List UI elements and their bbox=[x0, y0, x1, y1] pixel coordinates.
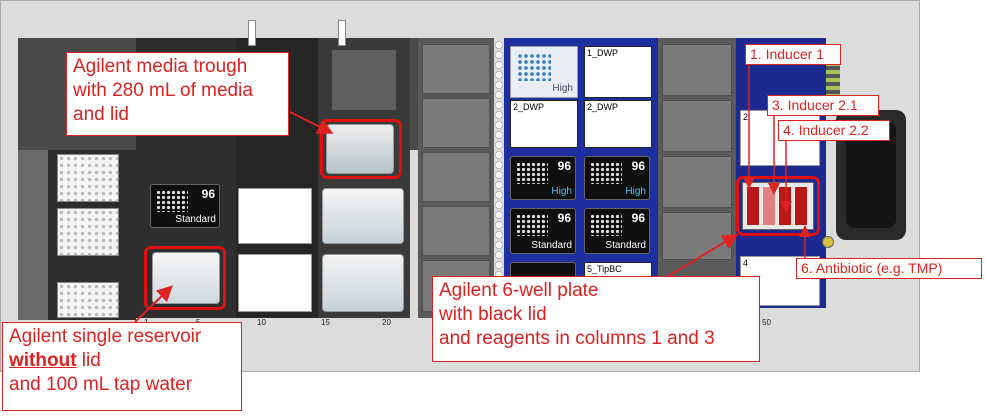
callout-single-reservoir: Agilent single reservoir without lid and… bbox=[2, 322, 242, 411]
callout-line: without lid bbox=[9, 349, 235, 373]
callout-inducer-1: 1. Inducer 1 bbox=[745, 44, 841, 65]
emphasis-without: without bbox=[9, 350, 77, 371]
callout-inducer-2-1: 3. Inducer 2.1 bbox=[767, 95, 879, 116]
callout-line: Agilent single reservoir bbox=[9, 326, 202, 347]
callout-line: and lid bbox=[73, 104, 129, 125]
callout-text: lid bbox=[76, 350, 101, 371]
callout-inducer-2-2: 4. Inducer 2.2 bbox=[778, 120, 890, 141]
callout-line: and 100 mL tap water bbox=[9, 374, 193, 395]
callout-media-trough: Agilent media trough with 280 mL of medi… bbox=[66, 52, 289, 136]
callout-text: 6. Antibiotic (e.g. TMP) bbox=[801, 260, 943, 276]
callout-text: 1. Inducer 1 bbox=[750, 46, 824, 62]
callout-line: with 280 mL of media bbox=[73, 80, 253, 101]
callout-line: and reagents in columns 1 and 3 bbox=[439, 328, 715, 349]
callout-line: Agilent media trough bbox=[73, 56, 248, 77]
callout-line: Agilent 6-well plate bbox=[439, 280, 599, 301]
callout-antibiotic: 6. Antibiotic (e.g. TMP) bbox=[796, 258, 982, 279]
callout-text: 3. Inducer 2.1 bbox=[772, 97, 858, 113]
callout-six-well-plate: Agilent 6-well plate with black lid and … bbox=[432, 276, 760, 362]
callout-line: with black lid bbox=[439, 304, 547, 325]
callout-text: 4. Inducer 2.2 bbox=[783, 122, 869, 138]
